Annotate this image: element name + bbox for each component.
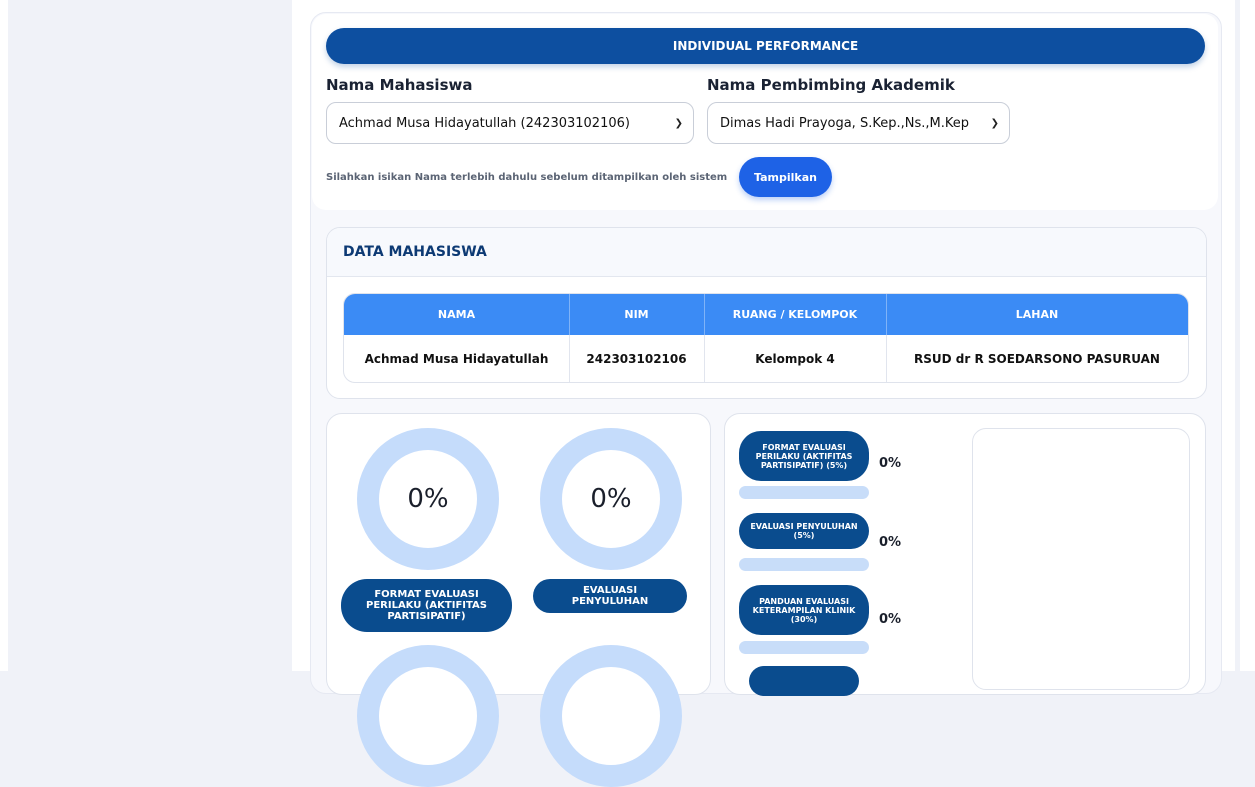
data-mahasiswa-header: DATA MAHASISWA — [327, 228, 1206, 277]
donut-value: 0% — [407, 484, 449, 514]
student-select[interactable]: Achmad Musa Hidayatullah (242303102106) … — [326, 102, 694, 144]
progress-bar — [739, 558, 869, 571]
donut-chart-perilaku: 0% — [357, 428, 499, 570]
progress-bar — [739, 641, 869, 654]
progress-percent: 0% — [879, 535, 902, 550]
cell-nama: Achmad Musa Hidayatullah — [344, 335, 570, 382]
student-label: Nama Mahasiswa — [326, 76, 473, 94]
donut-chart-3 — [357, 645, 499, 787]
progress-label-pill: FORMAT EVALUASI PERILAKU (AKTIFITAS PART… — [739, 431, 869, 481]
donut-label-pill: EVALUASI PENYULUHAN — [533, 579, 687, 613]
data-mahasiswa-card: DATA MAHASISWA NAMA NIM RUANG / KELOMPOK… — [326, 227, 1207, 399]
right-edge — [1240, 0, 1255, 671]
progress-label-pill: EVALUASI PENYULUHAN (5%) — [739, 513, 869, 549]
advisor-select-value: Dimas Hadi Prayoga, S.Kep.,Ns.,M.Kep — [720, 115, 969, 131]
form-hint: Silahkan isikan Nama terlebih dahulu seb… — [326, 172, 728, 183]
progress-percent: 0% — [879, 456, 902, 471]
cell-lahan: RSUD dr R SOEDARSONO PASURUAN — [914, 351, 1160, 366]
show-button[interactable]: Tampilkan — [739, 157, 832, 197]
banner-title: INDIVIDUAL PERFORMANCE — [672, 39, 859, 53]
column-header: LAHAN — [1015, 308, 1059, 321]
donut-chart-penyuluhan: 0% — [540, 428, 682, 570]
left-sidebar — [0, 0, 8, 671]
advisor-select[interactable]: Dimas Hadi Prayoga, S.Kep.,Ns.,M.Kep ❯ — [707, 102, 1010, 144]
table-header-row: NAMA NIM RUANG / KELOMPOK LAHAN — [344, 294, 1188, 335]
column-header: RUANG / KELOMPOK — [704, 294, 887, 335]
cell-nim: 242303102106 — [569, 335, 705, 382]
student-table: NAMA NIM RUANG / KELOMPOK LAHAN Achmad M… — [343, 293, 1189, 383]
donut-label-pill: FORMAT EVALUASI PERILAKU (AKTIFITAS PART… — [341, 579, 512, 632]
column-header: NAMA — [344, 294, 570, 335]
show-button-label: Tampilkan — [754, 170, 817, 184]
progress-label-pill: PANDUAN EVALUASI KETERAMPILAN KLINIK (30… — [739, 585, 869, 635]
cell-kelompok: Kelompok 4 — [704, 335, 887, 382]
advisor-label: Nama Pembimbing Akademik — [707, 76, 955, 94]
data-mahasiswa-title: DATA MAHASISWA — [343, 244, 487, 260]
chevron-down-icon: ❯ — [674, 117, 683, 129]
table-row: Achmad Musa Hidayatullah 242303102106 Ke… — [344, 335, 1188, 382]
student-select-value: Achmad Musa Hidayatullah (242303102106) — [339, 115, 630, 131]
page-banner: INDIVIDUAL PERFORMANCE — [326, 28, 1205, 64]
progress-bar — [739, 486, 869, 499]
chevron-down-icon: ❯ — [990, 117, 999, 129]
donut-value: 0% — [590, 484, 632, 514]
chart-placeholder — [972, 428, 1190, 690]
progress-percent: 0% — [879, 612, 902, 627]
column-header: NIM — [569, 294, 705, 335]
donut-chart-4 — [540, 645, 682, 787]
